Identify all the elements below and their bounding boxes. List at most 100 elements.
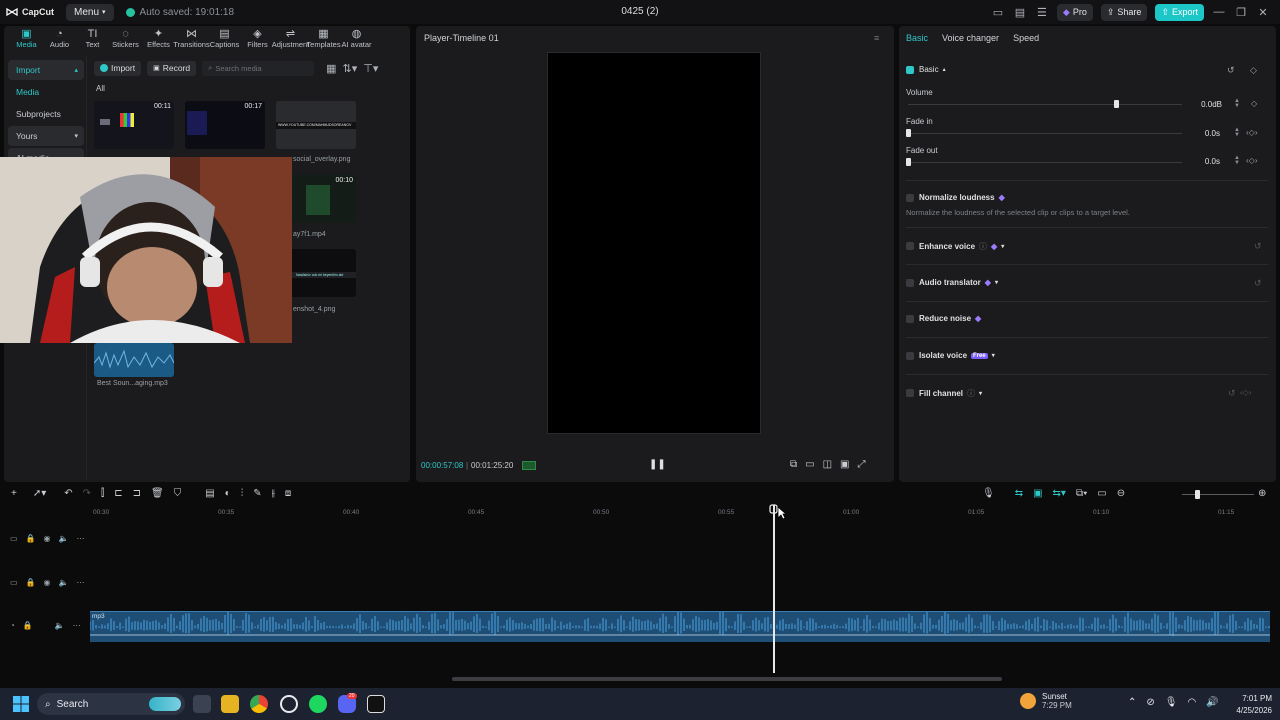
- filter-all[interactable]: All: [96, 84, 105, 93]
- fade-out-slider[interactable]: [908, 162, 1182, 163]
- select-tool-icon[interactable]: ➚▾: [33, 488, 46, 499]
- fill-channel-checkbox[interactable]: [906, 389, 914, 397]
- keyframe-icon[interactable]: ◇: [1250, 65, 1257, 76]
- audio-translator[interactable]: Audio translator ◆ ▾: [919, 278, 998, 287]
- speaker-icon[interactable]: 🔊: [1206, 697, 1218, 708]
- tool-adjustment[interactable]: ⇌ Adjustment: [272, 26, 310, 52]
- isolate-voice-checkbox[interactable]: [906, 352, 914, 360]
- more-icon[interactable]: ⋯: [76, 578, 84, 587]
- snap-icon[interactable]: ▣: [1033, 488, 1042, 499]
- player-menu-icon[interactable]: ≡: [874, 33, 879, 43]
- zoom-slider[interactable]: [1182, 494, 1254, 495]
- nav-media[interactable]: Media: [8, 82, 84, 102]
- volume-value[interactable]: 0.0dB: [1186, 100, 1222, 109]
- more-icon[interactable]: ⋯: [73, 621, 81, 630]
- volume-icon[interactable]: 🔈: [59, 534, 69, 543]
- mask-icon[interactable]: ◐: [225, 488, 231, 499]
- volume-slider[interactable]: [908, 104, 1182, 105]
- tool-text[interactable]: TI Text: [76, 26, 109, 52]
- shortcuts-icon[interactable]: ▤: [1013, 5, 1027, 19]
- stepper-icon[interactable]: ▲ ▼: [1234, 98, 1240, 109]
- snapshot-icon[interactable]: ◫: [823, 459, 832, 470]
- volume-icon[interactable]: 🔈: [59, 578, 69, 587]
- file-explorer-icon[interactable]: [221, 695, 239, 713]
- export-button[interactable]: ⇧ Export: [1155, 3, 1204, 21]
- isolate-voice[interactable]: Isolate voice Free ▾: [919, 351, 995, 360]
- tool-audio[interactable]: ◔ Audio: [43, 26, 76, 52]
- windows-start-icon[interactable]: [13, 696, 29, 712]
- tool-stickers[interactable]: ◌ Stickers: [109, 26, 142, 52]
- tool-templates[interactable]: ▦ Templates: [306, 26, 340, 52]
- split-right-icon[interactable]: ⊐: [133, 488, 141, 499]
- add-icon[interactable]: +: [11, 488, 17, 499]
- keyframe-icon[interactable]: ‹◇›: [1240, 388, 1251, 397]
- task-view-icon[interactable]: [193, 695, 211, 713]
- pro-button[interactable]: ◆ Pro: [1056, 3, 1093, 21]
- reset-icon[interactable]: ↺: [1228, 388, 1236, 399]
- undo-icon[interactable]: ↶: [64, 488, 72, 499]
- zoom-out-icon[interactable]: ⊖: [1117, 488, 1125, 499]
- minimize-icon[interactable]: —: [1212, 5, 1226, 19]
- taskbar-search[interactable]: ⌕ Search: [37, 693, 185, 715]
- chevron-up-icon[interactable]: ⌃: [1128, 697, 1136, 708]
- audio-translator-checkbox[interactable]: [906, 279, 914, 287]
- delete-icon[interactable]: 🗑: [151, 488, 164, 499]
- fade-out-slider-handle[interactable]: [906, 158, 911, 166]
- grid-view-icon[interactable]: ▦: [326, 62, 336, 75]
- record-button[interactable]: ▣ Record: [147, 60, 197, 76]
- normalize-loudness[interactable]: Normalize loudness ◆: [919, 193, 1005, 202]
- reduce-noise[interactable]: Reduce noise ◆: [919, 314, 981, 323]
- zoom-in-icon[interactable]: ⊕: [1258, 488, 1266, 499]
- playhead[interactable]: [773, 505, 775, 673]
- network-off-icon[interactable]: ⊘: [1146, 697, 1154, 708]
- quality-icon[interactable]: ▭: [805, 459, 814, 470]
- enhance-voice-checkbox[interactable]: [906, 242, 914, 250]
- link-icon[interactable]: ⇆: [1015, 488, 1023, 499]
- nav-yours[interactable]: Yours ▾: [8, 126, 84, 146]
- tool-ai-avatar[interactable]: ◍ AI avatar: [340, 26, 373, 52]
- timeline-scrollbar[interactable]: [452, 677, 1002, 681]
- tab-speed[interactable]: Speed: [1013, 33, 1039, 43]
- microphone-icon[interactable]: 🎙: [982, 488, 995, 499]
- zoom-slider-handle[interactable]: [1195, 490, 1200, 499]
- capcut-taskbar-icon[interactable]: [367, 695, 385, 713]
- taskbar-clock[interactable]: 7:01 PM 4/25/2026: [1222, 693, 1272, 717]
- tool-transitions[interactable]: ⋈ Transitions: [173, 26, 209, 52]
- linkage-icon[interactable]: ⇆▾: [1053, 488, 1066, 499]
- search-media-input[interactable]: ⌕ Search media: [202, 60, 315, 76]
- sort-icon[interactable]: ⇅▾: [343, 62, 358, 75]
- fade-out-value[interactable]: 0.0s: [1184, 157, 1220, 166]
- magic-icon[interactable]: ✎: [253, 488, 261, 499]
- share-button[interactable]: ⇪ Share: [1100, 3, 1148, 21]
- mark-icon[interactable]: ⛉: [174, 488, 182, 499]
- lock-icon[interactable]: 🔒: [23, 621, 33, 630]
- wifi-icon[interactable]: ◠: [1187, 697, 1196, 708]
- fill-channel[interactable]: Fill channel ⓘ ▾: [919, 388, 982, 399]
- audio-split-icon[interactable]: ⫲: [272, 488, 275, 499]
- tool-captions[interactable]: ▤ Captions: [208, 26, 241, 52]
- lock-icon[interactable]: 🔒: [26, 578, 36, 587]
- basic-section[interactable]: Basic ▴: [919, 65, 946, 74]
- layout-icon[interactable]: ▭: [991, 5, 1005, 19]
- fade-in-slider-handle[interactable]: [906, 129, 911, 137]
- tool-media[interactable]: ▣ Media: [10, 26, 43, 52]
- fade-in-slider[interactable]: [908, 133, 1182, 134]
- filter-icon[interactable]: ⊤▾: [363, 62, 378, 75]
- reset-icon[interactable]: ↺: [1254, 241, 1262, 252]
- enhance-voice[interactable]: Enhance voice ⓘ ◆ ▾: [919, 241, 1004, 252]
- nav-import[interactable]: Import ▴: [8, 60, 84, 80]
- crop-icon[interactable]: ⧉: [790, 459, 797, 470]
- tool-effects[interactable]: ✦ Effects: [142, 26, 175, 52]
- nav-subprojects[interactable]: Subprojects: [8, 104, 84, 124]
- more-icon[interactable]: ⋯: [76, 534, 84, 543]
- eye-icon[interactable]: ◉: [44, 578, 51, 587]
- restore-icon[interactable]: ❐: [1234, 5, 1248, 19]
- redo-icon[interactable]: ↷: [83, 488, 91, 499]
- preview-axis-icon[interactable]: ⧉▾: [1076, 488, 1087, 499]
- volume-icon[interactable]: 🔈: [55, 621, 65, 630]
- audio-clip[interactable]: [90, 611, 1270, 642]
- fade-in-value[interactable]: 0.0s: [1184, 129, 1220, 138]
- obs-icon[interactable]: [280, 695, 298, 713]
- microphone-icon[interactable]: 🎙: [1165, 697, 1178, 708]
- tool-filters[interactable]: ◈ Filters: [241, 26, 274, 52]
